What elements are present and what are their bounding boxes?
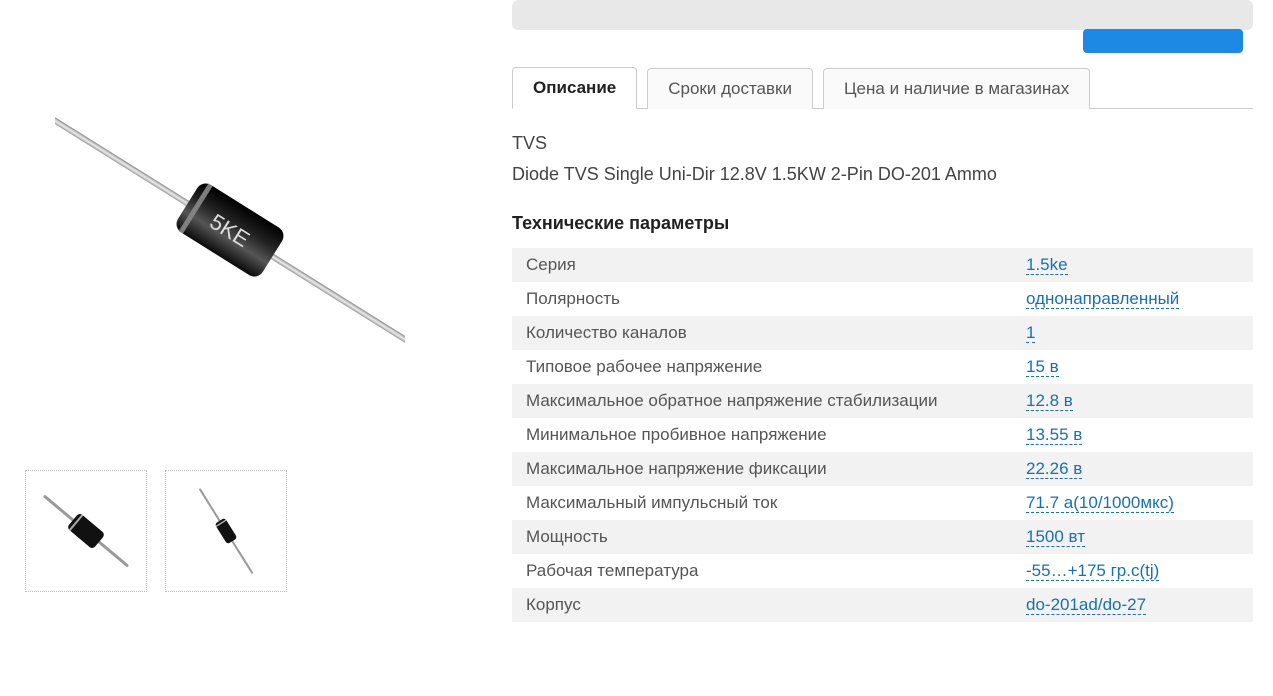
tab-bar: Описание Сроки доставки Цена и наличие в… <box>512 66 1253 109</box>
thumbnail-1[interactable] <box>25 470 147 592</box>
param-value-cell: 1 <box>1012 316 1253 350</box>
param-value-link[interactable]: 1 <box>1026 323 1035 343</box>
param-value-link[interactable]: 1.5ke <box>1026 255 1068 275</box>
description-category: TVS <box>512 133 1253 154</box>
param-name: Мощность <box>512 520 1012 554</box>
param-name: Максимальное обратное напряжение стабили… <box>512 384 1012 418</box>
params-heading: Технические параметры <box>512 213 1253 234</box>
param-value-link[interactable]: 15 в <box>1026 357 1059 377</box>
param-value-link[interactable]: 13.55 в <box>1026 425 1082 445</box>
param-row: Минимальное пробивное напряжение 13.55 в <box>512 418 1253 452</box>
param-value-link[interactable]: -55…+175 гр.c(tj) <box>1026 561 1159 581</box>
param-value-link[interactable]: 22.26 в <box>1026 459 1082 479</box>
action-bar <box>512 0 1253 30</box>
param-value-cell: 13.55 в <box>1012 418 1253 452</box>
param-value-link[interactable]: 71.7 а(10/1000мкс) <box>1026 493 1174 513</box>
diode-icon <box>36 481 136 581</box>
param-row: Максимальный импульсный ток 71.7 а(10/100… <box>512 486 1253 520</box>
param-row: Серия 1.5ke <box>512 248 1253 282</box>
param-name: Максимальный импульсный ток <box>512 486 1012 520</box>
tab-description[interactable]: Описание <box>512 67 637 109</box>
param-name: Рабочая температура <box>512 554 1012 588</box>
param-name: Корпус <box>512 588 1012 622</box>
tab-price-stock[interactable]: Цена и наличие в магазинах <box>823 68 1090 109</box>
param-value-cell: -55…+175 гр.c(tj) <box>1012 554 1253 588</box>
param-value-link[interactable]: do-201ad/do-27 <box>1026 595 1146 615</box>
param-name: Типовое рабочее напряжение <box>512 350 1012 384</box>
primary-action-button[interactable] <box>1083 29 1243 53</box>
param-row: Полярность однонаправленный <box>512 282 1253 316</box>
param-name: Количество каналов <box>512 316 1012 350</box>
param-value-link[interactable]: однонаправленный <box>1026 289 1179 309</box>
product-details: Описание Сроки доставки Цена и наличие в… <box>480 0 1273 622</box>
param-row: Мощность 1500 вт <box>512 520 1253 554</box>
diode-icon: 5KE <box>55 5 405 455</box>
param-value-cell: 12.8 в <box>1012 384 1253 418</box>
param-name: Максимальное напряжение фиксации <box>512 452 1012 486</box>
param-name: Минимальное пробивное напряжение <box>512 418 1012 452</box>
param-value-link[interactable]: 1500 вт <box>1026 527 1085 547</box>
param-value-cell: 71.7 а(10/1000мкс) <box>1012 486 1253 520</box>
diode-icon <box>176 481 276 581</box>
param-value-cell: 1.5ke <box>1012 248 1253 282</box>
thumbnail-row <box>25 470 460 592</box>
param-row: Количество каналов 1 <box>512 316 1253 350</box>
param-value-cell: 22.26 в <box>1012 452 1253 486</box>
param-value-cell: однонаправленный <box>1012 282 1253 316</box>
param-name: Полярность <box>512 282 1012 316</box>
param-row: Рабочая температура -55…+175 гр.c(tj) <box>512 554 1253 588</box>
param-value-link[interactable]: 12.8 в <box>1026 391 1073 411</box>
param-row: Максимальное напряжение фиксации 22.26 в <box>512 452 1253 486</box>
param-row: Типовое рабочее напряжение 15 в <box>512 350 1253 384</box>
product-main-image[interactable]: 5KE <box>20 0 440 460</box>
description-text: Diode TVS Single Uni-Dir 12.8V 1.5KW 2-P… <box>512 164 1253 185</box>
param-row: Максимальное обратное напряжение стабили… <box>512 384 1253 418</box>
product-gallery: 5KE <box>0 0 480 622</box>
thumbnail-2[interactable] <box>165 470 287 592</box>
tab-delivery[interactable]: Сроки доставки <box>647 68 813 109</box>
param-value-cell: 15 в <box>1012 350 1253 384</box>
param-name: Серия <box>512 248 1012 282</box>
param-value-cell: 1500 вт <box>1012 520 1253 554</box>
param-value-cell: do-201ad/do-27 <box>1012 588 1253 622</box>
params-table: Серия 1.5ke Полярность однонаправленный Коли… <box>512 248 1253 622</box>
param-row: Корпус do-201ad/do-27 <box>512 588 1253 622</box>
